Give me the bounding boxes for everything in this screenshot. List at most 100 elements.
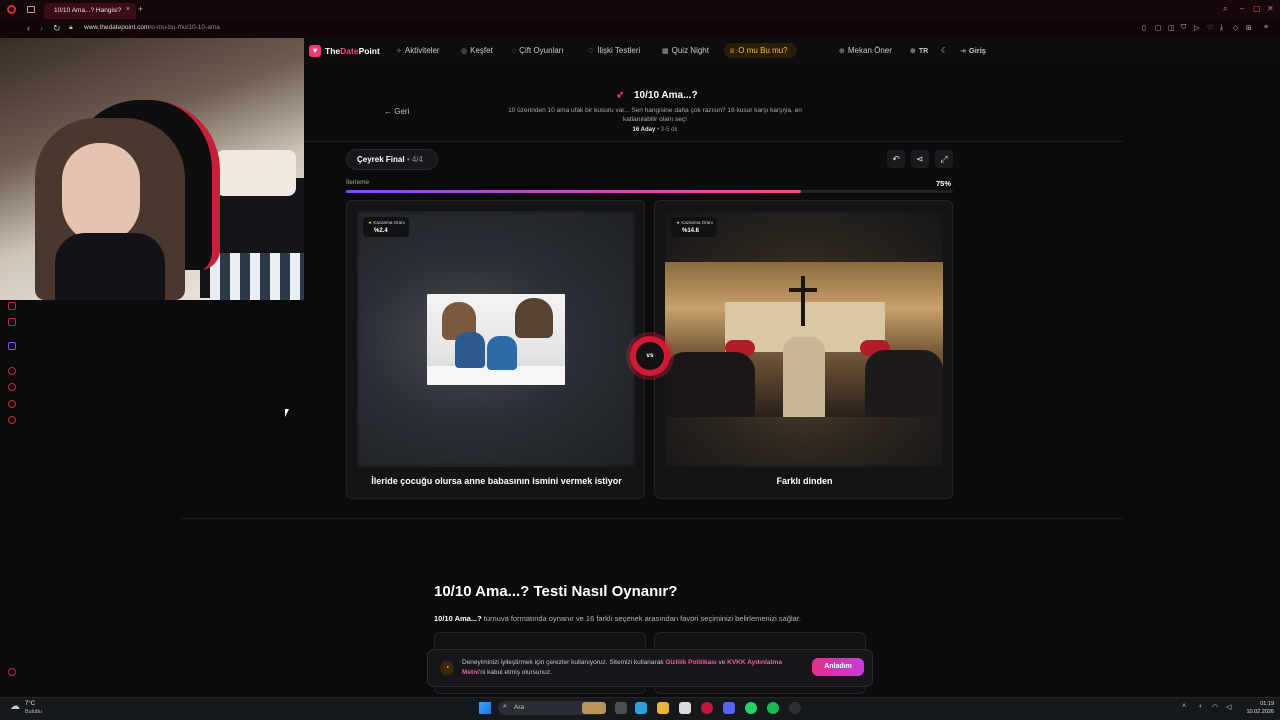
- store-icon[interactable]: [679, 702, 691, 714]
- sidebar-app-icon[interactable]: [8, 302, 16, 310]
- progress-value: 75%: [936, 179, 952, 188]
- dark-mode-toggle[interactable]: ☾: [941, 46, 948, 55]
- start-icon[interactable]: [479, 702, 491, 714]
- globe-icon: ⊕: [910, 48, 916, 55]
- sidebar-player-icon[interactable]: [8, 367, 16, 375]
- cookie-text-1: Deneyiminizi iyileştirmek için çerezler …: [462, 659, 666, 666]
- fullscreen-button[interactable]: ⤢: [935, 150, 953, 168]
- test-title: 10/10 Ama...?: [634, 90, 698, 101]
- photo-cross-bar: [789, 288, 817, 292]
- nav-o-mu-bu-mu[interactable]: ♕ O mu Bu mu?: [729, 46, 788, 55]
- weather-icon[interactable]: ☁: [10, 701, 20, 712]
- play-icon[interactable]: ▷: [1194, 24, 1199, 32]
- volume-icon[interactable]: ◁: [1226, 703, 1231, 711]
- nav-label: Quiz Night: [671, 46, 709, 55]
- choice-image-right[interactable]: ★ Kazanma Oranı %14.6: [665, 211, 943, 467]
- logo-part-2: Date: [340, 46, 359, 56]
- webcam-blanket: [210, 253, 304, 300]
- choice-card-right[interactable]: ★ Kazanma Oranı %14.6 Farklı dinden: [654, 200, 953, 499]
- win-rate-badge: ★ Kazanma Oranı %2.4: [363, 217, 409, 237]
- nav-cift-oyunlari[interactable]: ◌ Çift Oyunları: [512, 46, 564, 55]
- cookie-text-2: ve: [716, 659, 728, 666]
- lock-icon[interactable]: 🔒︎: [69, 24, 73, 32]
- sidebar-history-icon[interactable]: [8, 383, 16, 391]
- opera-taskbar-icon[interactable]: [701, 702, 713, 714]
- back-link[interactable]: ← Geri: [384, 107, 409, 116]
- clock-time: 01:19: [1260, 701, 1274, 707]
- sidebar-more-icon[interactable]: [8, 668, 16, 676]
- logo-part-1: The: [325, 46, 341, 56]
- round-separator: •: [406, 155, 410, 164]
- undo-button[interactable]: ↶: [887, 150, 905, 168]
- nav-label: O mu Bu mu?: [738, 46, 788, 55]
- progress-label: İlerleme: [346, 179, 370, 186]
- login-link[interactable]: ⇥ Giriş: [960, 46, 986, 55]
- vs-badge: vs: [630, 336, 670, 376]
- fullscreen-icon: ⤢: [940, 154, 948, 164]
- sidebar-chat-icon[interactable]: [8, 400, 16, 408]
- shield-icon[interactable]: ⛉: [1181, 24, 1186, 32]
- file-explorer-icon[interactable]: [657, 702, 669, 714]
- reload-icon[interactable]: ↻: [53, 23, 61, 34]
- sidebar-settings-icon[interactable]: [8, 416, 16, 424]
- test-duration: 3-5 dk: [660, 127, 678, 133]
- obs-icon[interactable]: [789, 702, 801, 714]
- language-switch[interactable]: ⊕ TR: [910, 47, 928, 55]
- aria-ai-icon[interactable]: ◇: [1233, 24, 1238, 32]
- workspaces-icon[interactable]: [27, 6, 35, 13]
- search-highlight-icon[interactable]: [582, 702, 606, 714]
- search-tabs-icon[interactable]: ⌕: [1223, 4, 1227, 14]
- privacy-policy-link[interactable]: Gizlilik Politikası: [665, 659, 716, 666]
- nav-mekan-oner[interactable]: ⊕ Mekan Öner: [839, 46, 892, 55]
- browser-tab-active[interactable]: 10/10 Ama...? Hangisi? ×: [44, 3, 136, 19]
- task-view-icon[interactable]: [615, 702, 627, 714]
- spotify-icon[interactable]: [767, 702, 779, 714]
- sidebar-messenger-icon[interactable]: [8, 318, 16, 326]
- cookie-accept-button[interactable]: Anladım: [812, 658, 864, 676]
- photo-crowd-left: [665, 352, 755, 417]
- choice-image-left[interactable]: ★ Kazanma Oranı %2.4: [357, 211, 635, 467]
- snapshot-icon[interactable]: ▢: [1155, 24, 1162, 32]
- tray-chevron-icon[interactable]: ˄: [1182, 703, 1186, 710]
- vs-label: vs: [636, 342, 664, 370]
- maximize-icon[interactable]: ▢: [1253, 4, 1261, 13]
- easy-setup-icon[interactable]: ⊞: [1246, 24, 1252, 32]
- taskbar-clock[interactable]: 01:19 10.02.2026: [1240, 700, 1274, 716]
- download-icon[interactable]: ⤓: [1220, 24, 1223, 32]
- menu-icon[interactable]: ≡: [1264, 24, 1268, 31]
- nav-aktiviteler[interactable]: ✧ Aktiviteler: [396, 46, 440, 55]
- nav-kesfet[interactable]: ◎ Keşfet: [461, 46, 493, 55]
- back-icon[interactable]: ‹: [27, 23, 30, 33]
- logo-heart-icon[interactable]: ♥: [309, 45, 321, 57]
- mic-icon[interactable]: ⍖: [1198, 703, 1202, 711]
- extension-icon[interactable]: ◫: [1168, 24, 1175, 32]
- new-tab-button[interactable]: +: [138, 4, 143, 14]
- mouse-cursor: [285, 409, 289, 417]
- howto-title: 10/10 Ama...? Testi Nasıl Oynanır?: [434, 583, 678, 600]
- share-button[interactable]: ⋖: [911, 150, 929, 168]
- sidebar-twitch-icon[interactable]: [8, 342, 16, 350]
- close-window-icon[interactable]: ✕: [1267, 4, 1274, 13]
- photo-father: [515, 298, 553, 338]
- nav-iliski-testleri[interactable]: ♡ İlişki Testleri: [588, 46, 640, 55]
- nav-label: Aktiviteler: [404, 46, 440, 55]
- badge-value: %2.4: [374, 228, 388, 234]
- test-meta: 16 Aday • 3-5 dk: [632, 127, 678, 133]
- opera-logo-icon[interactable]: [7, 5, 16, 14]
- url-field[interactable]: www.thedatepoint.com/o-mu-bu-mu/10-10-am…: [84, 24, 220, 31]
- choice-caption-left: İleride çocuğu olursa anne babasının ism…: [371, 476, 622, 486]
- wifi-icon[interactable]: ◠: [1212, 703, 1218, 711]
- choice-card-left[interactable]: ★ Kazanma Oranı %2.4 İleride çocuğu olur…: [346, 200, 645, 499]
- nav-quiz-night[interactable]: ▦ Quiz Night: [662, 46, 709, 55]
- copilot-icon[interactable]: [635, 702, 647, 714]
- minimize-icon[interactable]: –: [1240, 4, 1244, 13]
- heart-outline-icon[interactable]: ♡: [1207, 24, 1213, 32]
- whatsapp-icon[interactable]: [745, 702, 757, 714]
- forward-icon[interactable]: ›: [40, 23, 43, 33]
- tab-close-icon[interactable]: ×: [126, 6, 130, 13]
- bookmark-icon[interactable]: ▯: [1142, 24, 1146, 32]
- discord-icon[interactable]: [723, 702, 735, 714]
- site-logo[interactable]: TheDatePoint: [325, 46, 380, 56]
- login-label: Giriş: [968, 46, 986, 55]
- trophy-icon: ♕: [729, 48, 736, 55]
